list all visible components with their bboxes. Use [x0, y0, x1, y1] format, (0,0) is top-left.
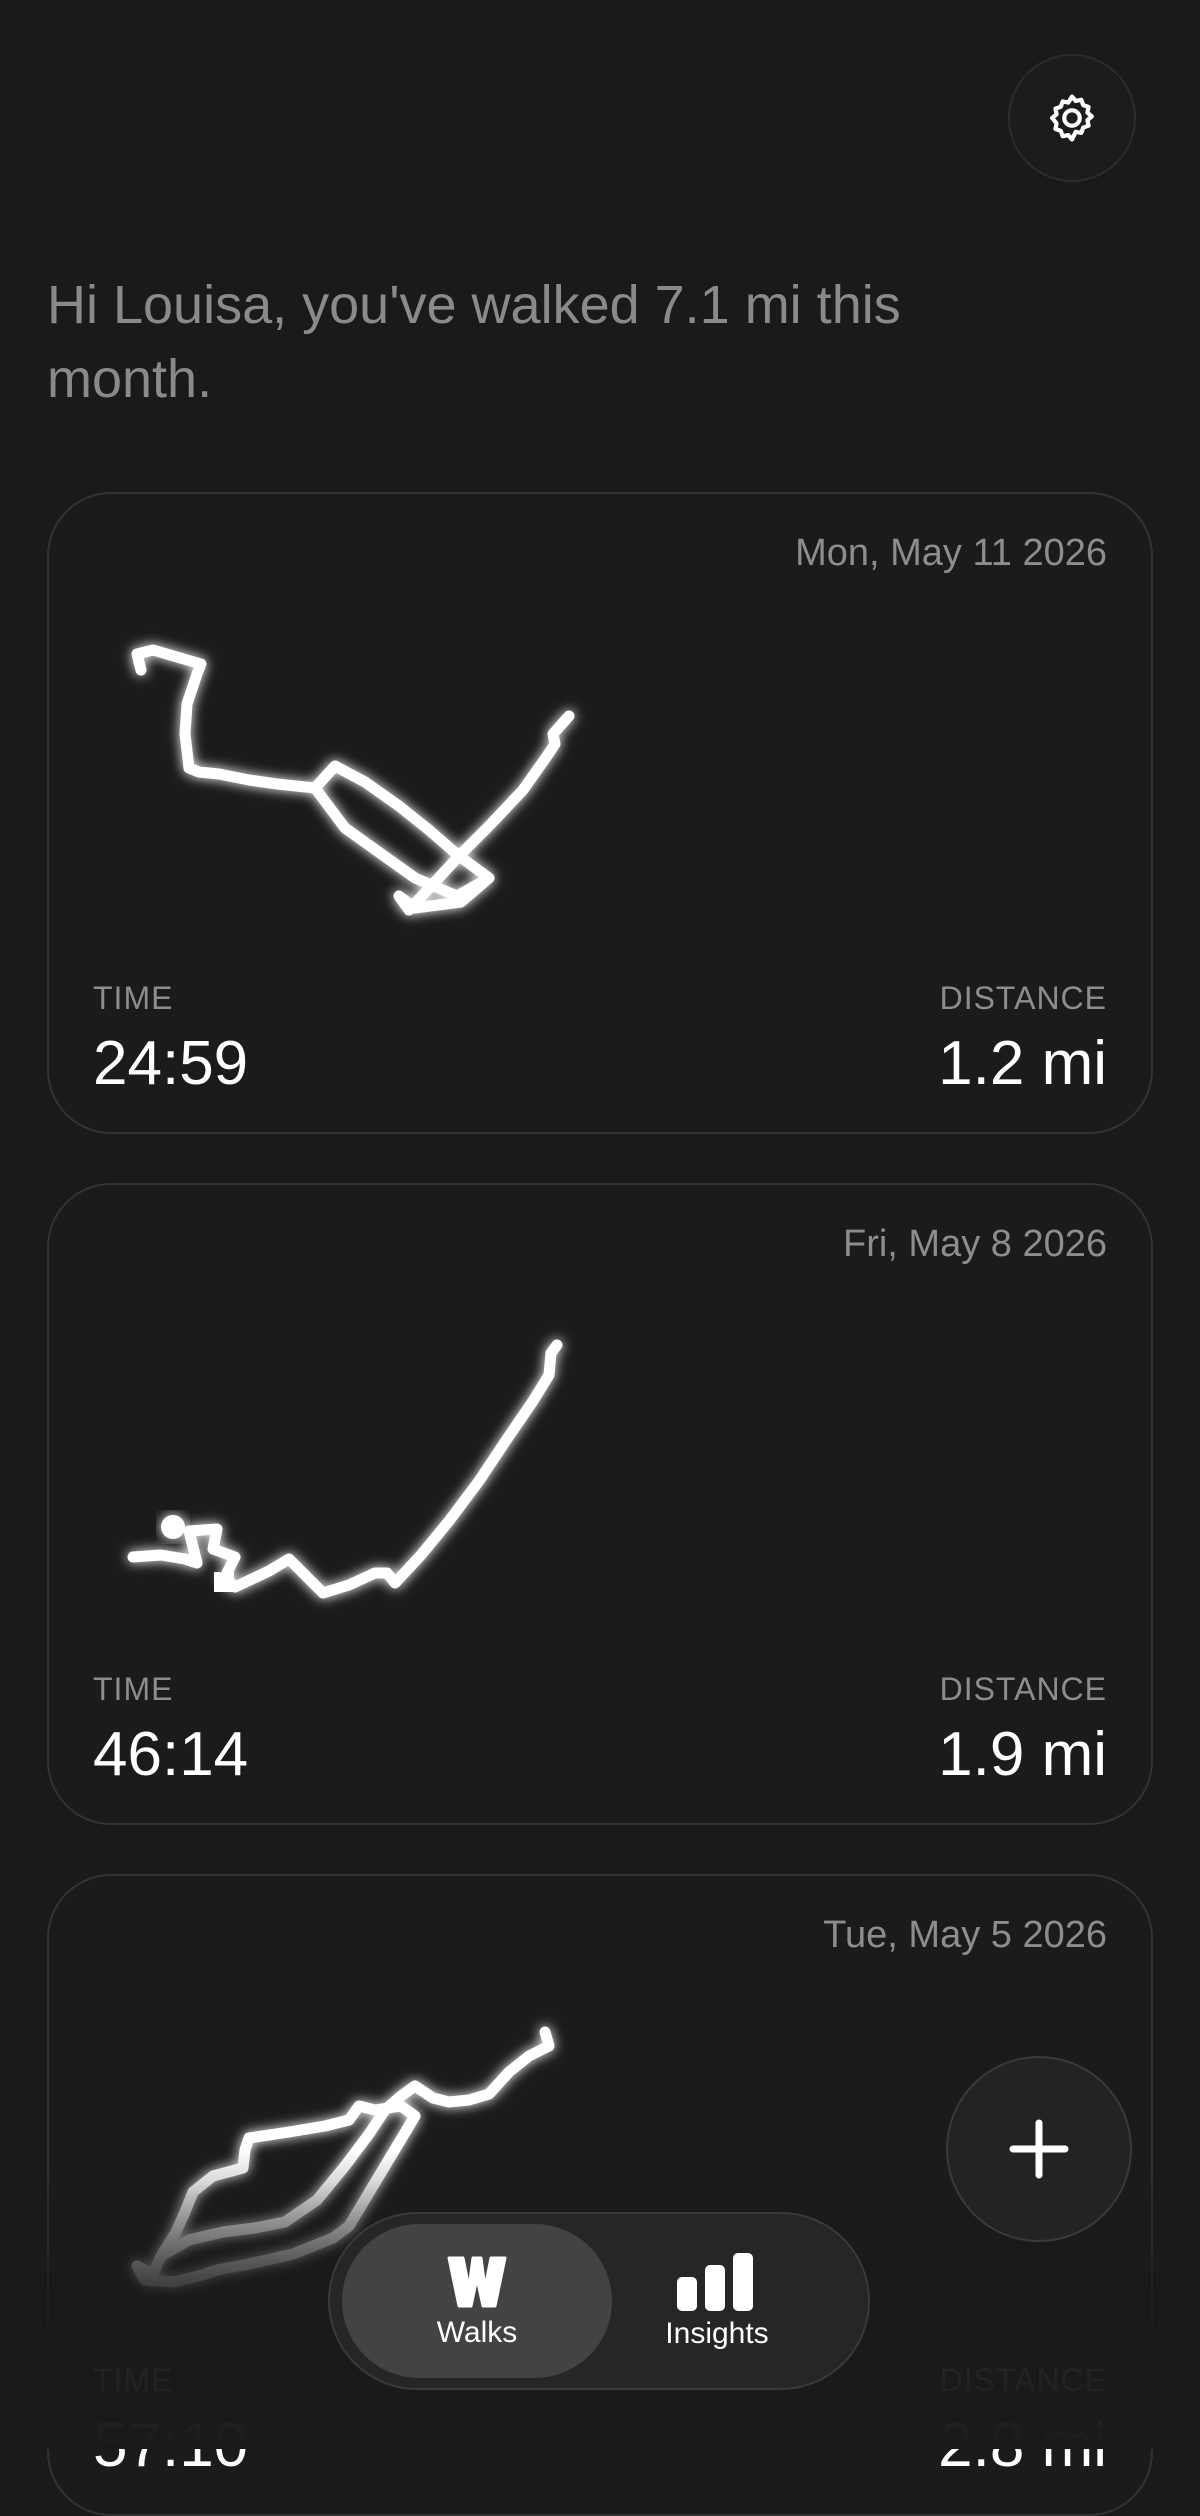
plus-icon — [1009, 2119, 1069, 2179]
tab-insights[interactable]: Insights — [582, 2224, 852, 2378]
walk-card[interactable]: Fri, May 8 2026 TIME 46:14 DISTANCE 1.9 … — [47, 1183, 1153, 1825]
tab-insights-label: Insights — [665, 2317, 769, 2350]
distance-label: DISTANCE — [939, 980, 1107, 1016]
time-label: TIME — [93, 980, 174, 1016]
time-value: 46:14 — [93, 1720, 249, 1789]
distance-label: DISTANCE — [939, 2362, 1107, 2398]
time-label: TIME — [93, 2362, 174, 2398]
bar-chart-icon — [677, 2253, 753, 2311]
distance-value: 1.9 mi — [938, 1720, 1107, 1789]
add-walk-button[interactable] — [946, 2056, 1132, 2242]
gear-icon — [1050, 94, 1094, 142]
settings-button[interactable] — [1008, 54, 1136, 182]
time-value: 57:10 — [93, 2411, 249, 2480]
distance-value: 1.2 mi — [938, 1029, 1107, 1098]
time-label: TIME — [93, 1671, 174, 1707]
tab-walks[interactable]: Walks — [342, 2224, 612, 2378]
tab-walks-label: Walks — [436, 2316, 518, 2349]
time-value: 24:59 — [93, 1029, 249, 1098]
tab-bar: Walks Insights — [328, 2212, 870, 2390]
greeting-text: Hi Louisa, you've walked 7.1 mi this mon… — [47, 275, 901, 409]
walk-card[interactable]: Mon, May 11 2026 TIME 24:59 DISTANCE 1.2… — [47, 492, 1153, 1134]
distance-value: 2.8 mi — [938, 2411, 1107, 2480]
distance-label: DISTANCE — [939, 1671, 1107, 1707]
walks-w-icon — [447, 2256, 507, 2308]
